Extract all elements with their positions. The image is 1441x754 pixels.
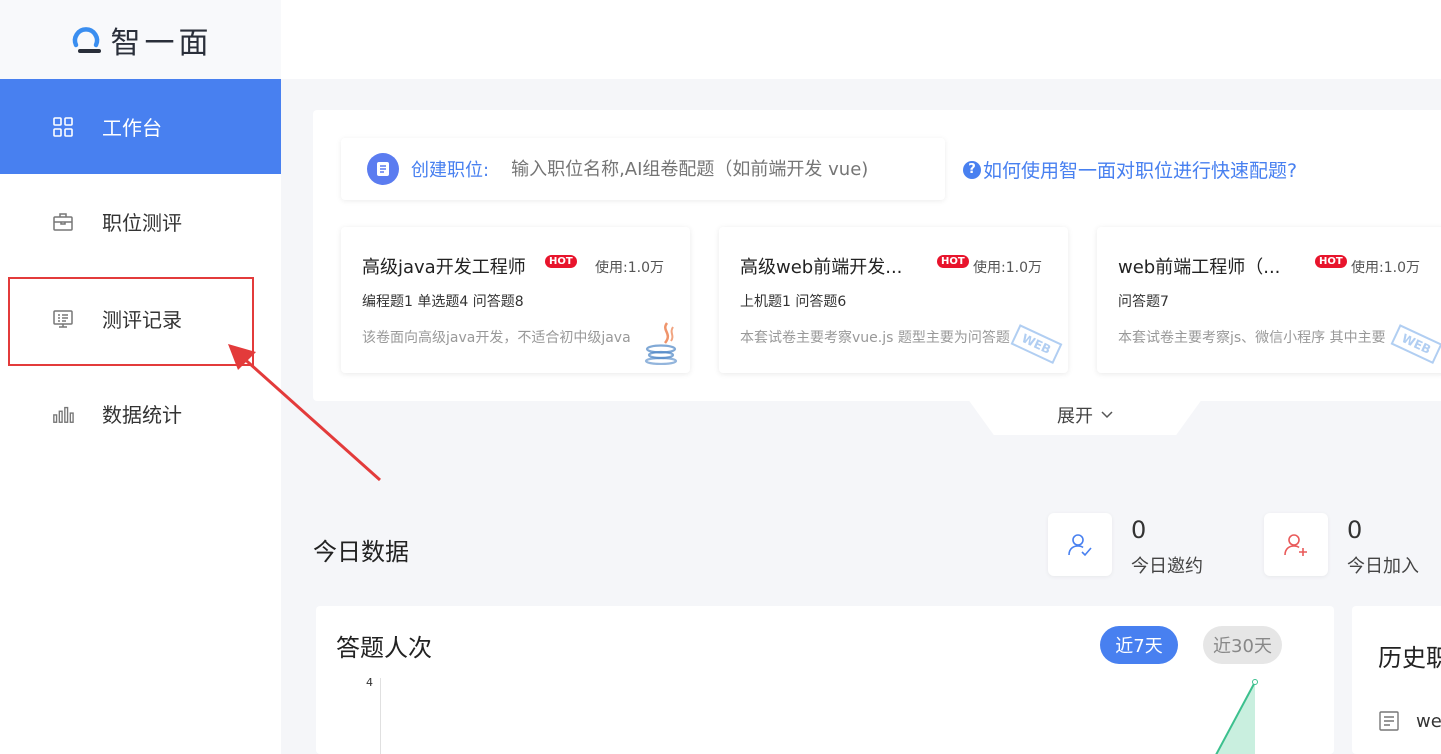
history-item-label: we: [1416, 710, 1441, 732]
sidebar-item-job-assessment[interactable]: 职位测评: [0, 174, 281, 269]
job-name-input[interactable]: [511, 158, 922, 180]
template-card[interactable]: web前端工程师（... HOT 使用:1.0万 问答题7 本套试卷主要考察js…: [1097, 227, 1441, 373]
briefcase-icon: [52, 211, 74, 233]
sidebar-item-label: 职位测评: [102, 211, 182, 235]
help-link-text: 如何使用智一面对职位进行快速配题?: [983, 160, 1298, 182]
invite-count: 0: [1131, 516, 1147, 544]
card-stats: 问答题7: [1118, 294, 1169, 310]
hot-badge: HOT: [937, 255, 969, 268]
history-title: 历史职: [1378, 644, 1441, 672]
java-icon: [643, 319, 683, 369]
card-title: 高级java开发工程师: [362, 257, 526, 278]
question-circle-icon: ?: [963, 160, 981, 179]
today-data-title: 今日数据: [313, 538, 409, 566]
join-count: 0: [1347, 516, 1363, 544]
card-stats: 上机题1 问答题6: [740, 294, 847, 310]
hot-badge: HOT: [1315, 255, 1347, 268]
expand-label: 展开: [1057, 406, 1093, 427]
logo[interactable]: 智一面: [0, 0, 281, 79]
expand-button[interactable]: 展开: [965, 395, 1205, 435]
card-title: web前端工程师（...: [1118, 257, 1281, 278]
hot-badge: HOT: [545, 255, 577, 268]
card-title: 高级web前端开发...: [740, 257, 903, 278]
help-link[interactable]: ? 如何使用智一面对职位进行快速配题?: [963, 156, 1297, 183]
template-card[interactable]: 高级java开发工程师 HOT 使用:1.0万 编程题1 单选题4 问答题8 该…: [341, 227, 690, 373]
chevron-down-icon: [1101, 411, 1113, 419]
bar-chart-icon: [52, 403, 74, 425]
template-card[interactable]: 高级web前端开发... HOT 使用:1.0万 上机题1 问答题6 本套试卷主…: [719, 227, 1068, 373]
answers-chart-card: 答题人次 近7天 近30天 4: [316, 606, 1334, 754]
usage-count: 使用:1.0万: [1351, 260, 1420, 276]
card-stats: 编程题1 单选题4 问答题8: [362, 294, 524, 310]
data-point[interactable]: [1252, 679, 1258, 685]
usage-count: 使用:1.0万: [973, 260, 1042, 276]
top-bar: [281, 0, 1441, 79]
logo-mark-icon: [69, 25, 103, 55]
create-job-label: 创建职位:: [411, 160, 490, 181]
user-check-icon: [1048, 513, 1112, 576]
sidebar-item-workbench[interactable]: 工作台: [0, 79, 281, 174]
series-area: [1200, 682, 1255, 754]
document-lines-icon: [1378, 710, 1400, 732]
user-add-icon: [1264, 513, 1328, 576]
chart-plot: [1200, 679, 1258, 754]
sidebar-item-label: 工作台: [102, 116, 162, 140]
invite-label: 今日邀约: [1131, 556, 1203, 577]
join-label: 今日加入: [1347, 556, 1419, 577]
card-description: 该卷面向高级java开发，不适合初中级java: [362, 330, 631, 346]
create-job-box: 创建职位:: [341, 138, 945, 200]
document-icon: [367, 153, 399, 185]
history-jobs-card: 历史职 we: [1352, 606, 1441, 754]
annotation-highlight-box: [8, 277, 254, 366]
usage-count: 使用:1.0万: [595, 260, 664, 276]
history-list-item[interactable]: we: [1378, 710, 1441, 732]
sidebar-item-label: 数据统计: [102, 403, 182, 427]
grid-icon: [52, 116, 74, 138]
logo-text: 智一面: [110, 25, 213, 61]
